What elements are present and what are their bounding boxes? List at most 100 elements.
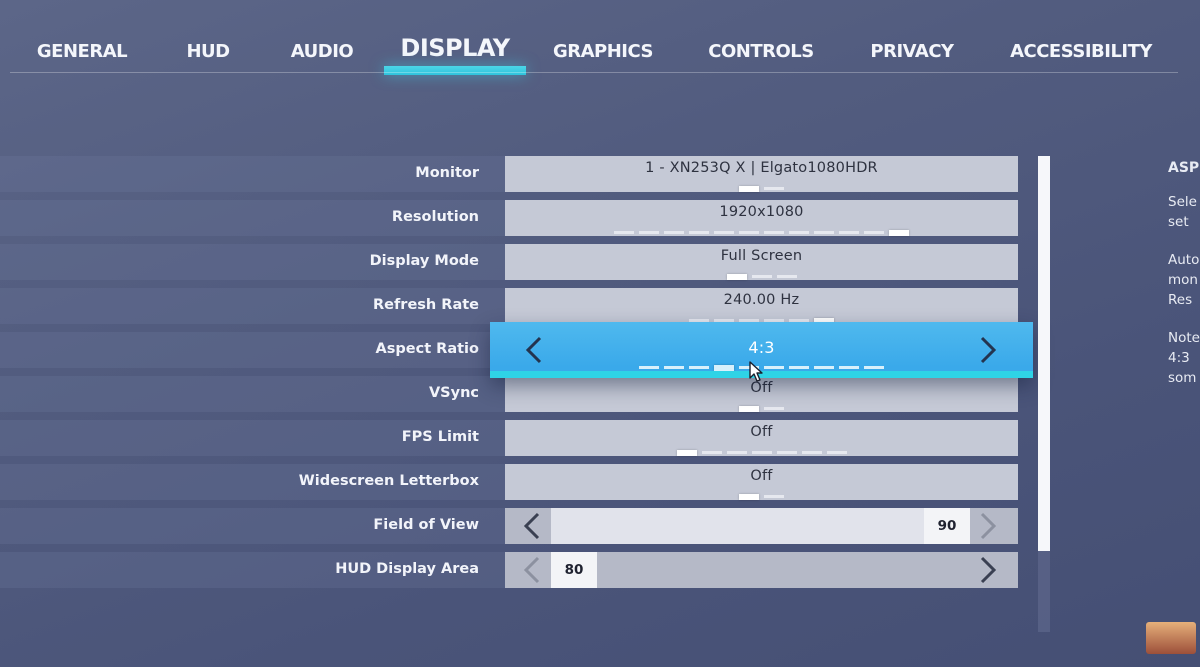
field-of-view-value[interactable]: 90 [924,508,970,544]
chevron-left-icon[interactable] [521,555,543,585]
fps-limit-option-indicator [676,450,847,456]
option-indicator [864,231,884,234]
option-indicator [764,407,784,410]
tab-accessibility[interactable]: ACCESSIBILITY [1010,40,1152,64]
tab-bar-divider [10,72,1178,73]
refresh-rate-selector[interactable]: 240.00 Hz [505,288,1018,324]
option-indicator [776,275,797,278]
option-indicator [751,451,772,454]
description-line: Auto [1168,252,1200,268]
chevron-right-icon[interactable] [977,555,999,585]
chevron-right-icon[interactable] [977,511,999,541]
option-indicator [701,451,722,454]
option-indicator-selected [739,186,759,192]
option-indicator [726,451,747,454]
description-line: 4:3 [1168,350,1190,366]
option-indicator-selected [739,494,759,500]
setting-label-widescreen-letterbox: Widescreen Letterbox [298,473,479,489]
widescreen-letterbox-selector[interactable]: Off [505,464,1018,500]
display-mode-selector[interactable]: Full Screen [505,244,1018,280]
monitor-value: 1 - XN253Q X | Elgato1080HDR [645,160,878,176]
option-indicator [664,231,684,234]
option-indicator [776,451,797,454]
watermark-image [1146,622,1196,654]
option-indicator [814,231,834,234]
resolution-selector[interactable]: 1920x1080 [505,200,1018,236]
option-indicator [639,231,659,234]
option-indicator [664,366,684,369]
tab-general[interactable]: GENERAL [37,40,128,64]
settings-tab-bar: GENERAL HUD AUDIO DISPLAY GRAPHICS CONTR… [0,0,1200,76]
setting-label-display-mode: Display Mode [369,253,479,269]
option-indicator [639,366,659,369]
mouse-pointer-icon [749,361,763,383]
description-line: Res [1168,292,1193,308]
vsync-option-indicator [739,406,784,412]
fps-limit-value: Off [750,424,773,440]
option-indicator-selected [676,450,697,456]
display-mode-option-indicator [726,274,797,280]
widescreen-letterbox-value: Off [750,468,773,484]
scrollbar-thumb[interactable] [1038,156,1050,552]
tab-display[interactable]: DISPLAY [400,36,510,60]
monitor-option-indicator [739,186,784,192]
option-indicator [814,366,834,369]
setting-label-field-of-view: Field of View [373,517,479,533]
option-indicator-selected [726,274,747,280]
aspect-ratio-value: 4:3 [748,338,775,357]
chevron-left-icon[interactable] [521,511,543,541]
setting-label-aspect-ratio: Aspect Ratio [375,341,479,357]
active-tab-indicator [384,66,526,75]
tab-audio[interactable]: AUDIO [291,40,354,64]
description-line: set [1168,214,1189,230]
setting-label-refresh-rate: Refresh Rate [372,297,479,313]
widescreen-letterbox-option-indicator [739,494,784,500]
fps-limit-selector[interactable]: Off [505,420,1018,456]
option-indicator [751,275,772,278]
option-indicator [826,451,847,454]
option-indicator [839,231,859,234]
setting-label-vsync: VSync [428,385,479,401]
resolution-value: 1920x1080 [719,204,804,220]
description-panel: ASP Sele set Auto mon Res Note 4:3 som [1168,156,1200,416]
field-of-view-slider-fill [551,508,924,544]
option-indicator [789,366,809,369]
monitor-selector[interactable]: 1 - XN253Q X | Elgato1080HDR [505,156,1018,192]
display-mode-value: Full Screen [720,248,803,264]
description-line: Note [1168,330,1200,346]
description-line: mon [1168,272,1198,288]
settings-scrollbar[interactable] [1038,156,1050,632]
hud-display-area-slider[interactable]: 80 [505,552,1018,588]
setting-label-resolution: Resolution [391,209,479,225]
tab-controls[interactable]: CONTROLS [708,40,814,64]
tab-graphics[interactable]: GRAPHICS [553,40,654,64]
description-line: som [1168,370,1197,386]
option-indicator [689,231,709,234]
setting-label-fps-limit: FPS Limit [401,429,479,445]
description-line: Sele [1168,194,1197,210]
setting-label-monitor: Monitor [415,165,479,181]
setting-label-hud-display-area: HUD Display Area [335,561,479,577]
option-indicator [864,366,884,369]
description-title: ASP [1168,160,1200,176]
option-indicator [614,231,634,234]
option-indicator [739,231,759,234]
option-indicator [801,451,822,454]
option-indicator [764,231,784,234]
option-indicator [789,231,809,234]
refresh-rate-value: 240.00 Hz [723,292,800,308]
option-indicator [764,187,784,190]
hud-display-area-value[interactable]: 80 [551,552,597,588]
field-of-view-slider[interactable]: 90 [505,508,1018,544]
option-indicator [839,366,859,369]
option-indicator-selected [889,230,909,236]
tab-privacy[interactable]: PRIVACY [870,40,954,64]
tab-hud[interactable]: HUD [186,40,230,64]
resolution-option-indicator [614,230,909,236]
chevron-right-icon[interactable] [977,335,999,365]
option-indicator [764,366,784,369]
option-indicator [714,231,734,234]
option-indicator [689,366,709,369]
option-indicator [764,495,784,498]
option-indicator-selected [739,406,759,412]
